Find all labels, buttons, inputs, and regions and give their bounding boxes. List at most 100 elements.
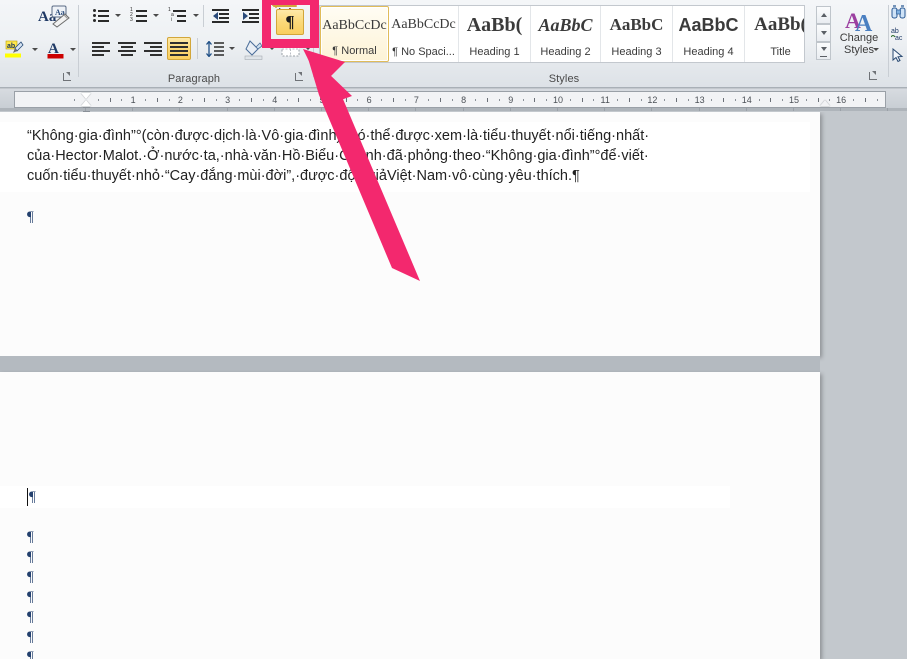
ruler-minor-tick <box>286 99 288 101</box>
style-item-0[interactable]: AaBbCcDc ¶ Normal <box>320 6 389 62</box>
ruler-minor-tick <box>817 98 819 102</box>
replace-button[interactable]: ab ac <box>890 26 907 46</box>
ruler-tick-label: 1 <box>130 95 136 105</box>
empty-paragraph-mark: ¶ <box>27 649 34 659</box>
ribbon-group-styles: AaBbCcDc ¶ Normal AaBbCcDc ¶ No Spaci... AaB… <box>314 0 814 88</box>
ruler-minor-tick <box>263 99 264 101</box>
ruler-minor-tick <box>628 98 630 102</box>
paragraph-dialog-launcher[interactable] <box>294 72 305 83</box>
style-preview: AaBbC <box>678 15 739 35</box>
numbering-button[interactable]: 1 2 3 <box>127 5 151 27</box>
bullets-button[interactable] <box>89 5 113 27</box>
style-item-6[interactable]: AaBb(Title <box>745 6 804 62</box>
ruler-bar: 1 2 3 4 5 6 7 8 9 10 11 12 13 14 15 16 <box>0 89 907 112</box>
text-cursor <box>27 488 28 506</box>
ruler-tick-label: 15 <box>788 95 800 105</box>
styles-gallery[interactable]: AaBbCcDc ¶ Normal AaBbCcDc ¶ No Spaci... AaB… <box>319 5 805 63</box>
justify-button[interactable] <box>167 37 191 60</box>
default-tab-stop <box>462 108 464 111</box>
font-color-icon: A <box>47 41 64 59</box>
line-spacing-button[interactable] <box>203 38 227 59</box>
font-dialog-launcher[interactable] <box>62 72 73 83</box>
document-page-2[interactable]: ¶ ¶ ¶ ¶ ¶ ¶ ¶ ¶ <box>0 372 820 659</box>
first-line-indent-marker[interactable] <box>81 93 91 99</box>
hanging-indent-marker[interactable] <box>81 100 91 106</box>
align-left-button[interactable] <box>89 38 113 59</box>
ruler-minor-tick <box>392 98 394 102</box>
ruler-minor-tick <box>404 99 406 101</box>
chevron-down-icon <box>193 14 199 17</box>
ruler-minor-tick <box>487 98 489 102</box>
empty-paragraph-mark: ¶ <box>27 209 34 225</box>
ruler-minor-tick <box>676 98 677 102</box>
ruler-tick-label: 2 <box>177 95 183 105</box>
ruler-minor-tick <box>711 99 713 101</box>
horizontal-ruler[interactable]: 1 2 3 4 5 6 7 8 9 10 11 12 13 14 15 16 <box>14 91 886 112</box>
divider <box>203 5 204 27</box>
style-name: ¶ No Spaci... <box>392 46 455 58</box>
ruler-minor-tick <box>251 98 253 102</box>
styles-more-button[interactable] <box>816 42 831 60</box>
default-tab-stop <box>368 108 370 111</box>
align-right-button[interactable] <box>141 38 165 59</box>
default-tab-stop <box>321 108 322 111</box>
multilevel-list-button[interactable]: 1 a i <box>165 5 191 27</box>
ruler-minor-tick <box>239 99 241 101</box>
ruler-minor-tick <box>451 99 453 101</box>
ruler-minor-tick <box>534 98 536 102</box>
ruler-tick-label: 4 <box>272 95 278 105</box>
default-tab-stop <box>604 108 606 111</box>
scroll-up-icon <box>820 13 827 17</box>
styles-scroll-down-button[interactable] <box>816 24 831 42</box>
ruler-tick-label: 13 <box>694 95 705 105</box>
find-button[interactable] <box>891 5 907 25</box>
default-tab-stop <box>85 108 86 111</box>
decrease-indent-button[interactable] <box>209 5 233 27</box>
scroll-down-icon <box>820 31 827 35</box>
default-tab-stop <box>179 108 181 111</box>
style-item-2[interactable]: AaBb(Heading 1 <box>459 6 531 62</box>
style-preview: AaBbC <box>609 15 664 34</box>
ruler-tick-label: 16 <box>836 95 847 105</box>
text-highlight-color-button[interactable]: ab <box>2 38 30 60</box>
style-item-4[interactable]: AaBbC Heading 3 <box>601 6 673 62</box>
styles-dialog-launcher[interactable] <box>868 71 879 82</box>
style-item-1[interactable]: AaBbCcDc ¶ No Spaci... <box>389 6 459 62</box>
cursor-line-background <box>0 486 730 508</box>
default-tab-stop <box>509 108 511 111</box>
ruler-minor-tick <box>428 99 430 101</box>
style-preview: AaBbCcDc <box>391 17 456 32</box>
doc-paragraph-line-1: “Không·gia·đình”°(còn·được·dịch·là·Vô·gi… <box>27 128 650 144</box>
font-color-button[interactable]: A <box>44 38 70 60</box>
styles-scroll-up-button[interactable] <box>816 6 831 24</box>
increase-indent-button[interactable] <box>239 5 263 27</box>
ruler-minor-tick <box>440 98 441 102</box>
style-name: Heading 1 <box>469 46 520 58</box>
doc-paragraph-line-2: của·Hector·Malot.·Ở·nước·ta,·nhà·văn·Hồ·… <box>27 148 649 164</box>
style-item-3[interactable]: AaBbC Heading 2 <box>531 6 601 62</box>
annotation-highlight-box <box>262 0 319 48</box>
style-name: Heading 2 <box>540 46 591 58</box>
ruler-tick-label: 14 <box>741 95 752 105</box>
ruler-tick-label: 3 <box>225 95 231 105</box>
ruler-minor-tick <box>723 98 725 102</box>
align-center-button[interactable] <box>115 38 139 59</box>
chevron-down-icon <box>873 48 879 51</box>
default-tab-stop <box>651 108 653 111</box>
ruler-minor-tick <box>522 99 524 101</box>
clear-formatting-button[interactable]: Aa <box>48 4 74 28</box>
document-page-1[interactable]: “Không·gia·đình”°(còn·được·dịch·là·Vô·gi… <box>0 112 820 356</box>
line-spacing-icon <box>206 41 224 57</box>
change-styles-button[interactable]: A A Change Styles <box>833 5 885 63</box>
svg-text:ab: ab <box>7 43 15 50</box>
chevron-down-icon <box>115 14 121 17</box>
ruler-minor-tick <box>593 99 595 101</box>
shading-icon <box>244 40 263 60</box>
ruler-minor-tick <box>782 99 784 101</box>
ruler-minor-tick <box>581 98 583 102</box>
style-item-5[interactable]: AaBbC Heading 4 <box>673 6 745 62</box>
select-button[interactable] <box>891 47 907 68</box>
ruler-tick-label: 8 <box>461 95 467 105</box>
ruler-minor-tick <box>864 98 866 102</box>
document-canvas[interactable]: “Không·gia·đình”°(còn·được·dịch·là·Vô·gi… <box>0 112 907 659</box>
